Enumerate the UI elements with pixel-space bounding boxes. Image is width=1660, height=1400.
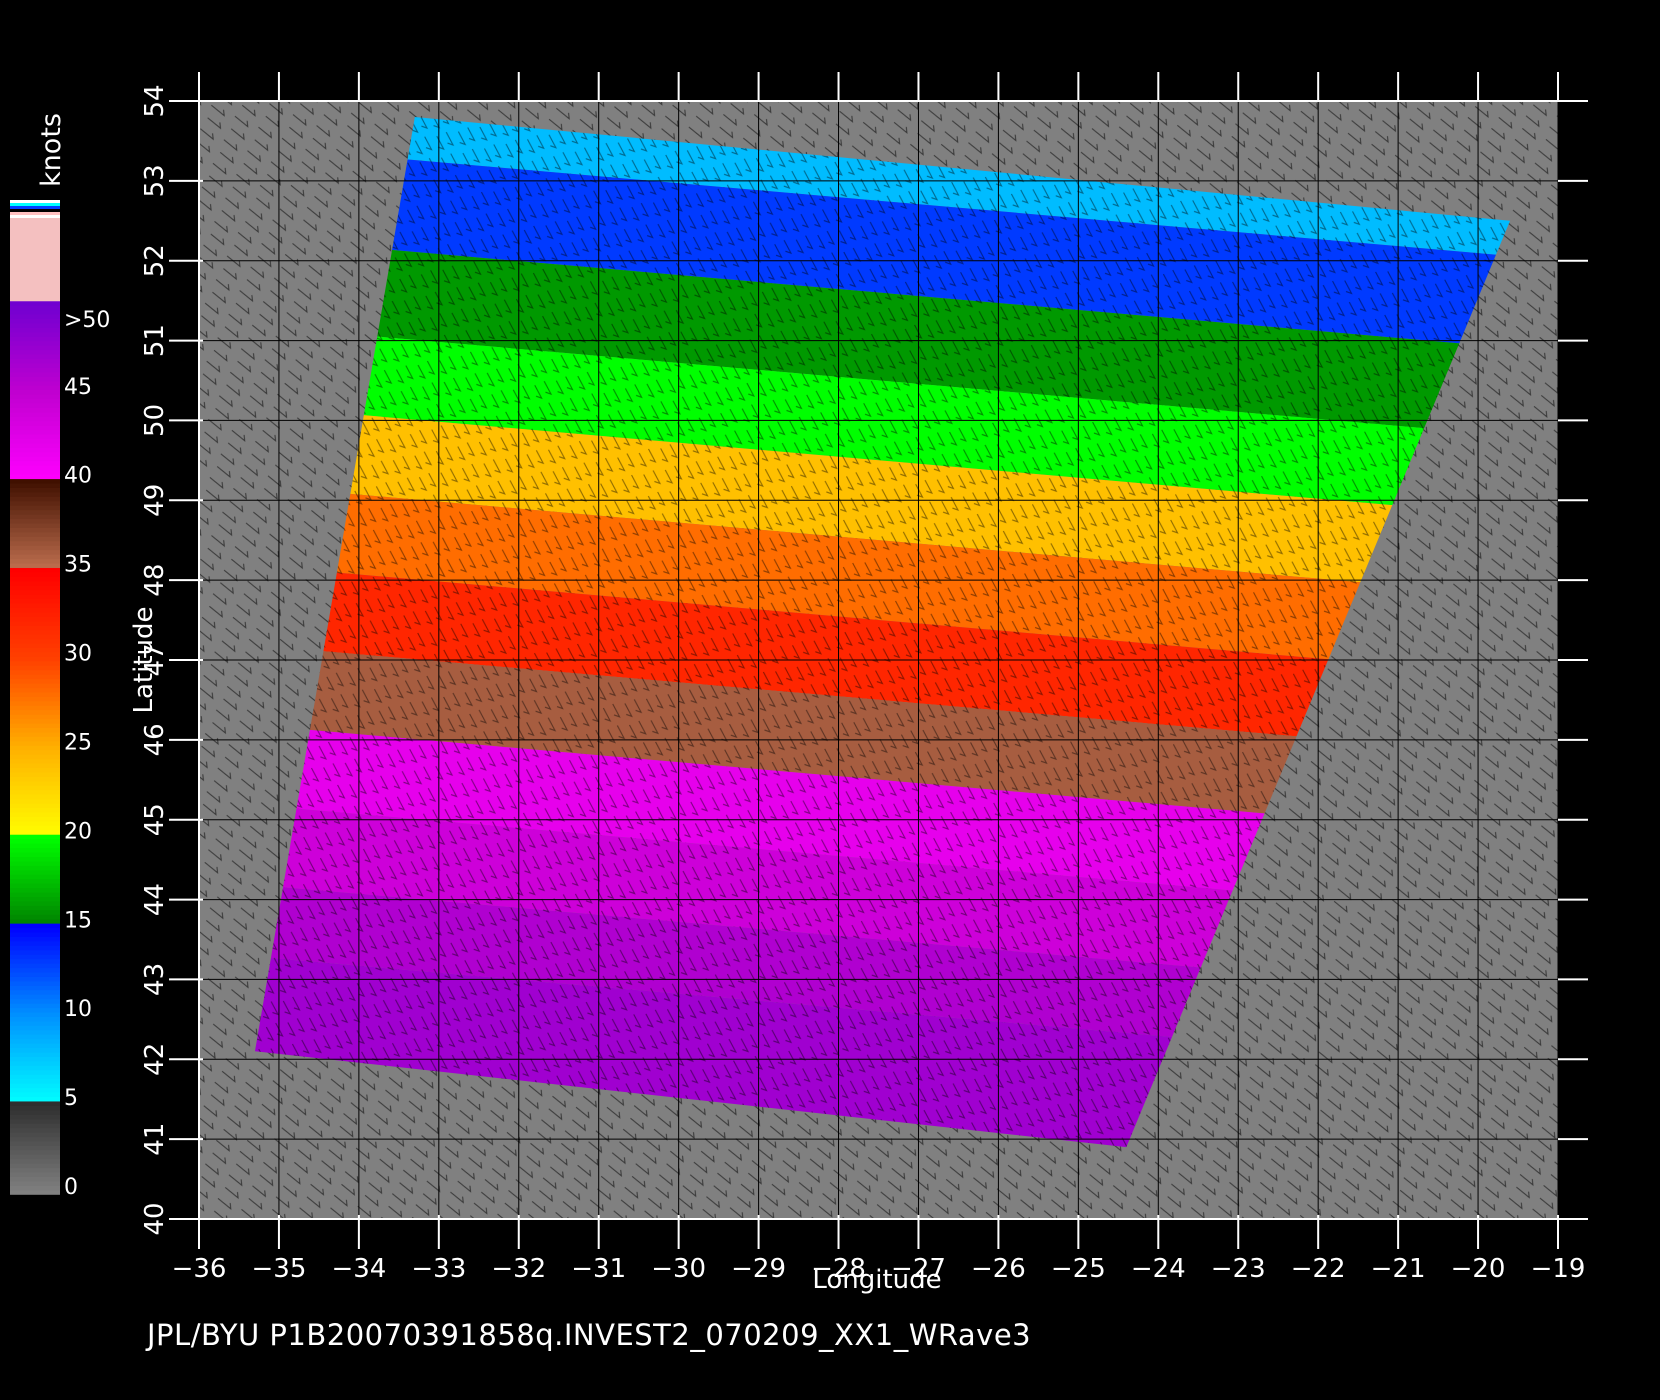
y-tick-label: 43 [140, 963, 170, 996]
y-tick-label: 54 [140, 84, 170, 117]
x-tick-label: −23 [1211, 1254, 1266, 1284]
y-tick-label: 45 [140, 803, 170, 836]
colorbar-tick-label: 25 [64, 730, 92, 755]
x-tick-label: −22 [1291, 1254, 1346, 1284]
x-tick-label: −36 [172, 1254, 227, 1284]
x-tick-label: −29 [731, 1254, 786, 1284]
colorbar-tick-label: 0 [64, 1175, 78, 1200]
colorbar-tick-label: 40 [64, 464, 92, 489]
x-tick-label: −30 [651, 1254, 706, 1284]
x-tick-label: −33 [411, 1254, 466, 1284]
x-tick-label: −25 [1051, 1254, 1106, 1284]
y-tick-label: 50 [140, 404, 170, 437]
y-tick-label: 42 [140, 1043, 170, 1076]
x-tick-label: −32 [491, 1254, 546, 1284]
x-tick-label: −19 [1531, 1254, 1586, 1284]
colorbar: >50 45 40 35 30 25 20 15 10 5 0 [10, 200, 110, 1200]
y-axis-label: Latitude [129, 606, 159, 713]
colorbar-tick-label: >50 [64, 308, 110, 333]
colorbar-title: knots [36, 113, 67, 187]
y-tick-label: 44 [140, 883, 170, 916]
colorbar-tick-label: 5 [64, 1086, 78, 1111]
y-tick-label: 46 [140, 723, 170, 756]
y-tick-label: 52 [140, 244, 170, 277]
scatterometer-wind-map: −36 −35 −34 −33 −32 −31 −30 −29 −28 −27 −26 −25 −24−… [10, 72, 1588, 1295]
product-id-footer: JPL/BYU P1B20070391858q.INVEST2_070209_X… [147, 1318, 1032, 1352]
x-tick-label: −34 [331, 1254, 386, 1284]
x-tick-label: −24 [1131, 1254, 1186, 1284]
colorbar-tick-label: 30 [64, 642, 92, 667]
colorbar-tick-label: 15 [64, 908, 92, 933]
y-tick-label: 51 [140, 324, 170, 357]
colorbar-tick-label: 35 [64, 553, 92, 578]
colorbar-tick-label: 20 [64, 819, 92, 844]
x-tick-label: −31 [571, 1254, 626, 1284]
x-tick-label: −35 [252, 1254, 307, 1284]
x-tick-label: −26 [971, 1254, 1026, 1284]
y-tick-label: 48 [140, 564, 170, 597]
y-tick-label: 53 [140, 164, 170, 197]
x-axis-label: Longitude [812, 1265, 941, 1295]
x-tick-label: −20 [1451, 1254, 1506, 1284]
y-tick-label: 41 [140, 1123, 170, 1156]
y-tick-label: 40 [140, 1202, 170, 1235]
colorbar-tick-label: 10 [64, 997, 92, 1022]
colorbar-tick-label: 45 [64, 375, 92, 400]
y-tick-label: 49 [140, 484, 170, 517]
x-tick-label: −21 [1371, 1254, 1426, 1284]
